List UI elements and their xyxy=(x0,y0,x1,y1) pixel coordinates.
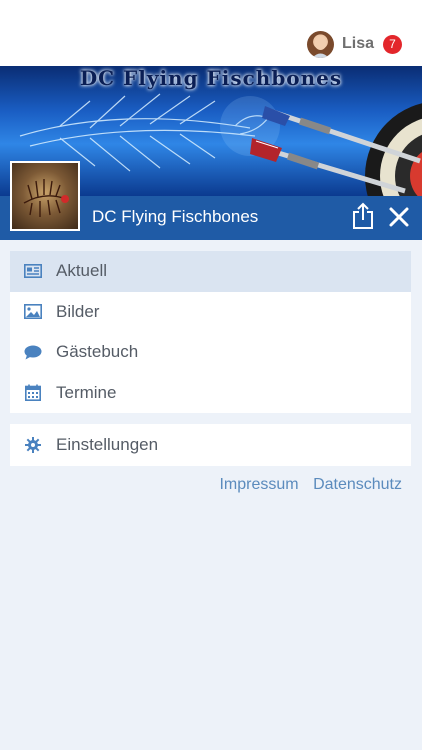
menu-item-aktuell[interactable]: Aktuell xyxy=(10,251,411,292)
settings-menu: Einstellungen xyxy=(10,424,411,466)
calendar-icon xyxy=(24,384,42,402)
image-icon xyxy=(24,303,42,321)
main-menu: Aktuell Bilder Gästebuch Termine xyxy=(10,251,411,413)
club-logo xyxy=(10,161,80,231)
menu-item-label: Gästebuch xyxy=(56,342,139,362)
gear-icon xyxy=(24,436,42,454)
user-avatar[interactable] xyxy=(306,30,334,58)
datenschutz-link[interactable]: Datenschutz xyxy=(313,476,402,493)
user-profile[interactable]: Lisa 7 xyxy=(306,30,402,58)
newspaper-icon xyxy=(24,262,42,280)
share-icon xyxy=(353,202,373,229)
notification-badge[interactable]: 7 xyxy=(383,34,402,54)
close-button[interactable] xyxy=(386,204,412,230)
footer-links: Impressum Datenschutz xyxy=(209,476,402,494)
menu-item-bilder[interactable]: Bilder xyxy=(10,292,411,333)
user-name[interactable]: Lisa xyxy=(342,35,374,53)
close-icon xyxy=(389,207,409,227)
club-logo-image xyxy=(23,179,69,217)
impressum-link[interactable]: Impressum xyxy=(219,476,298,493)
speech-bubble-icon xyxy=(24,343,42,361)
club-name: DC Flying Fischbones xyxy=(92,207,259,226)
menu-item-label: Einstellungen xyxy=(56,435,159,454)
menu-item-termine[interactable]: Termine xyxy=(10,373,411,414)
menu-item-label: Bilder xyxy=(56,301,100,321)
menu-item-label: Aktuell xyxy=(56,261,108,281)
menu-item-label: Termine xyxy=(56,382,117,402)
menu-item-einstellungen[interactable]: Einstellungen xyxy=(10,424,411,466)
top-bar: Lisa 7 xyxy=(0,0,422,66)
share-button[interactable] xyxy=(351,202,375,230)
menu-item-gaestebuch[interactable]: Gästebuch xyxy=(10,332,411,373)
banner-title: DC Flying Fischbones xyxy=(79,66,343,90)
